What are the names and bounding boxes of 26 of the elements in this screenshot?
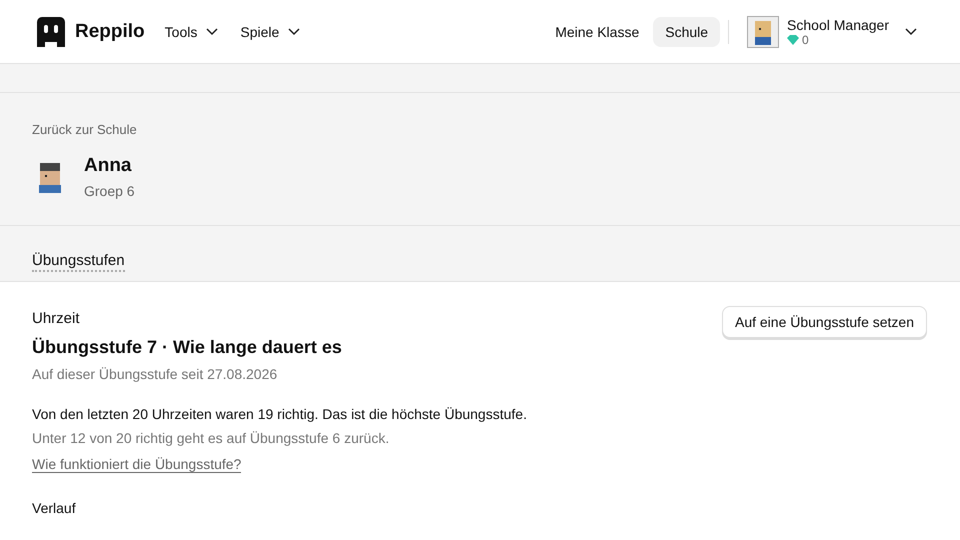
caret-icon [206,28,218,36]
avatar-icon [36,160,64,194]
menu-dropdown[interactable]: Tools [164,24,218,40]
logo-icon [37,16,65,46]
back-link[interactable]: Zurück zur Schule [32,122,137,137]
caret-icon[interactable] [905,28,917,36]
tab[interactable]: Übungsstufen [32,252,125,272]
subject-label: Uhrzeit [32,310,81,327]
help-link[interactable]: Wie funktioniert die Übungsstufe? [32,456,242,473]
since-date: Auf dieser Übungsstufe seit 27.08.2026 [32,366,278,382]
avatar-icon [747,16,780,48]
user-name: School Manager [787,16,889,32]
student-group: Groep 6 [84,183,135,199]
student-name: Anna [84,155,132,177]
set-level-button[interactable]: Auf eine Übungsstufe setzen [722,306,927,338]
gem-count: 0 [802,32,809,46]
summary-text: Von den letzten 20 Uhrzeiten waren 19 richtig. Das ist die höchste Übungsstufe. [32,406,528,422]
caret-icon [288,28,300,36]
gem-icon [787,34,800,44]
level-title: Übungsstufe 7 · Wie lange dauert es [32,337,342,358]
rule-text: Unter 12 von 20 richtig geht es auf Übungsstufe 6 zurück. [32,430,390,446]
menu-dropdown[interactable]: Spiele [240,24,300,40]
nav-link[interactable]: Schule [653,16,720,46]
nav-link[interactable]: Meine Klasse [543,16,652,46]
history-heading: Verlauf [32,500,77,516]
brand-name: Reppilo [75,20,145,42]
